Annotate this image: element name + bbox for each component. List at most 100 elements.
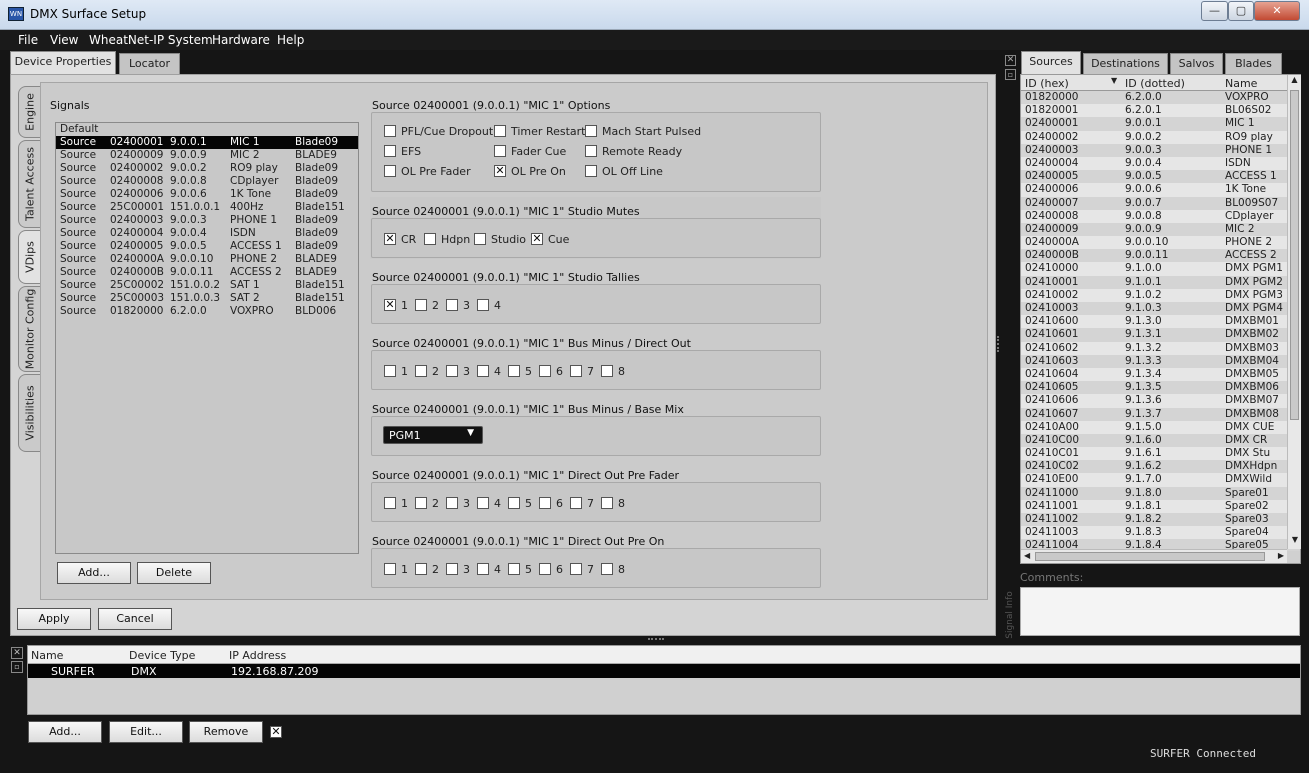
apply-button[interactable]: Apply bbox=[17, 608, 91, 630]
busminus-checkbox[interactable]: 8 bbox=[601, 364, 625, 378]
checkbox-box[interactable] bbox=[508, 497, 520, 509]
scroll-thumb[interactable] bbox=[1290, 90, 1299, 420]
source-row[interactable]: 02411002 9.1.8.2 Spare03 bbox=[1021, 513, 1300, 527]
checkbox-box[interactable] bbox=[570, 563, 582, 575]
scroll-down-icon[interactable]: ▼ bbox=[1288, 535, 1302, 549]
tab-vdips[interactable]: VDips bbox=[18, 230, 40, 284]
signal-row[interactable]: Source 02400002 9.0.0.2 RO9 play Blade09 bbox=[56, 162, 358, 175]
source-row[interactable]: 02400003 9.0.0.3 PHONE 1 bbox=[1021, 143, 1300, 157]
menu-hardware[interactable]: Hardware bbox=[212, 33, 270, 47]
signals-list[interactable]: Default Source 02400001 9.0.0.1 MIC 1 Blade0… bbox=[55, 122, 359, 554]
busminus-checkbox[interactable]: 3 bbox=[446, 364, 470, 378]
busminus-checkbox[interactable]: 4 bbox=[477, 364, 501, 378]
source-row[interactable]: 02410600 9.1.3.0 DMXBM01 bbox=[1021, 315, 1300, 329]
busminus-checkbox[interactable]: 5 bbox=[508, 364, 532, 378]
checkbox-box[interactable] bbox=[446, 563, 458, 575]
source-row[interactable]: 02400004 9.0.0.4 ISDN bbox=[1021, 156, 1300, 171]
dopre-checkbox[interactable]: 6 bbox=[539, 496, 563, 510]
source-row[interactable]: 02400007 9.0.0.7 BL009S07 bbox=[1021, 196, 1300, 210]
signal-row[interactable]: Source 25C00002 151.0.0.2 SAT 1 Blade151 bbox=[56, 279, 358, 292]
checkbox-box[interactable] bbox=[570, 497, 582, 509]
mutes-checkbox[interactable]: ✕ CR bbox=[384, 232, 416, 246]
signal-row[interactable]: Source 02400004 9.0.0.4 ISDN Blade09 bbox=[56, 227, 358, 240]
checkbox-box[interactable] bbox=[446, 497, 458, 509]
edit-device-button[interactable]: Edit... bbox=[109, 721, 183, 743]
dopre-checkbox[interactable]: 1 bbox=[384, 496, 408, 510]
option-checkbox[interactable]: PFL/Cue Dropout bbox=[384, 124, 493, 138]
option-checkbox[interactable]: Fader Cue bbox=[494, 144, 566, 158]
checkbox-box[interactable] bbox=[415, 497, 427, 509]
doon-checkbox[interactable]: 3 bbox=[446, 562, 470, 576]
source-row[interactable]: 02410C00 9.1.6.0 DMX CR bbox=[1021, 433, 1300, 448]
minimize-button[interactable]: — bbox=[1201, 1, 1228, 21]
mutes-checkbox[interactable]: Hdpn bbox=[424, 232, 470, 246]
checkbox-box[interactable]: ✕ bbox=[531, 233, 543, 245]
remove-device-button[interactable]: Remove bbox=[189, 721, 263, 743]
dopre-checkbox[interactable]: 4 bbox=[477, 496, 501, 510]
signal-row[interactable]: Source 02400005 9.0.0.5 ACCESS 1 Blade09 bbox=[56, 240, 358, 253]
close-devices-icon[interactable]: ✕ bbox=[11, 647, 23, 659]
source-row[interactable]: 02410C01 9.1.6.1 DMX Stu bbox=[1021, 447, 1300, 461]
source-row[interactable]: 02410601 9.1.3.1 DMXBM02 bbox=[1021, 328, 1300, 342]
source-row[interactable]: 02410606 9.1.3.6 DMXBM07 bbox=[1021, 394, 1300, 408]
source-row[interactable]: 02410607 9.1.3.7 DMXBM08 bbox=[1021, 407, 1300, 421]
doon-checkbox[interactable]: 1 bbox=[384, 562, 408, 576]
hscroll-thumb[interactable] bbox=[1035, 552, 1265, 561]
source-row[interactable]: 02410602 9.1.3.2 DMXBM03 bbox=[1021, 341, 1300, 355]
option-checkbox[interactable]: ✕ OL Pre On bbox=[494, 164, 566, 178]
checkbox-box[interactable] bbox=[384, 365, 396, 377]
float-panel-icon[interactable]: ▫ bbox=[1005, 69, 1016, 80]
dopre-checkbox[interactable]: 5 bbox=[508, 496, 532, 510]
signal-row[interactable]: Source 0240000A 9.0.0.10 PHONE 2 BLADE9 bbox=[56, 253, 358, 266]
splitter-handle[interactable] bbox=[997, 336, 1001, 352]
tab-salvos[interactable]: Salvos bbox=[1170, 53, 1223, 75]
checkbox-box[interactable] bbox=[494, 145, 506, 157]
source-row[interactable]: 02400002 9.0.0.2 RO9 play bbox=[1021, 130, 1300, 144]
maximize-button[interactable]: ▢ bbox=[1228, 1, 1254, 21]
comments-field[interactable] bbox=[1020, 587, 1300, 636]
hsplitter-handle[interactable] bbox=[648, 638, 664, 641]
checkbox-box[interactable] bbox=[601, 563, 613, 575]
source-row[interactable]: 01820000 6.2.0.0 VOXPRO bbox=[1021, 91, 1300, 105]
option-checkbox[interactable]: Mach Start Pulsed bbox=[585, 124, 701, 138]
signal-row[interactable]: Source 01820000 6.2.0.0 VOXPRO BLD006 bbox=[56, 305, 358, 318]
source-row[interactable]: 02400006 9.0.0.6 1K Tone bbox=[1021, 183, 1300, 197]
add-signal-button[interactable]: Add... bbox=[57, 562, 131, 584]
signal-row[interactable]: Source 25C00001 151.0.0.1 400Hz Blade151 bbox=[56, 201, 358, 214]
devices-header-name[interactable]: Name bbox=[31, 649, 63, 662]
signal-row[interactable]: Source 02400008 9.0.0.8 CDplayer Blade09 bbox=[56, 175, 358, 188]
doon-checkbox[interactable]: 6 bbox=[539, 562, 563, 576]
doon-checkbox[interactable]: 7 bbox=[570, 562, 594, 576]
float-devices-icon[interactable]: ▫ bbox=[11, 661, 23, 673]
sources-vscroll[interactable]: ▲ ▼ bbox=[1287, 75, 1301, 549]
menu-help[interactable]: Help bbox=[277, 33, 304, 47]
source-row[interactable]: 02411001 9.1.8.1 Spare02 bbox=[1021, 499, 1300, 513]
dopre-checkbox[interactable]: 7 bbox=[570, 496, 594, 510]
tab-visibilities[interactable]: Visibilities bbox=[18, 374, 40, 452]
tab-sources[interactable]: Sources bbox=[1021, 51, 1081, 75]
source-row[interactable]: 02410003 9.1.0.3 DMX PGM4 bbox=[1021, 302, 1300, 316]
tab-talent-access[interactable]: Talent Access bbox=[18, 140, 40, 228]
doon-checkbox[interactable]: 2 bbox=[415, 562, 439, 576]
tallies-checkbox[interactable]: 2 bbox=[415, 298, 439, 312]
option-checkbox[interactable]: EFS bbox=[384, 144, 421, 158]
devices-header-ip[interactable]: IP Address bbox=[229, 649, 286, 662]
checkbox-box[interactable] bbox=[424, 233, 436, 245]
source-row[interactable]: 02410603 9.1.3.3 DMXBM04 bbox=[1021, 354, 1300, 368]
option-checkbox[interactable]: OL Pre Fader bbox=[384, 164, 471, 178]
signal-row[interactable]: Source 0240000B 9.0.0.11 ACCESS 2 BLADE9 bbox=[56, 266, 358, 279]
busminus-checkbox[interactable]: 6 bbox=[539, 364, 563, 378]
mutes-checkbox[interactable]: Studio bbox=[474, 232, 526, 246]
checkbox-box[interactable] bbox=[494, 125, 506, 137]
add-device-button[interactable]: Add... bbox=[28, 721, 102, 743]
checkbox-box[interactable] bbox=[415, 563, 427, 575]
tab-engine[interactable]: Engine bbox=[18, 86, 40, 138]
tab-monitor-config[interactable]: Monitor Config bbox=[18, 286, 40, 372]
checkbox-box[interactable] bbox=[539, 563, 551, 575]
source-row[interactable]: 02410604 9.1.3.4 DMXBM05 bbox=[1021, 367, 1300, 382]
close-button[interactable]: ✕ bbox=[1254, 1, 1300, 21]
checkbox-box[interactable] bbox=[384, 145, 396, 157]
busminus-checkbox[interactable]: 1 bbox=[384, 364, 408, 378]
checkbox-box[interactable] bbox=[415, 299, 427, 311]
option-checkbox[interactable]: Remote Ready bbox=[585, 144, 682, 158]
